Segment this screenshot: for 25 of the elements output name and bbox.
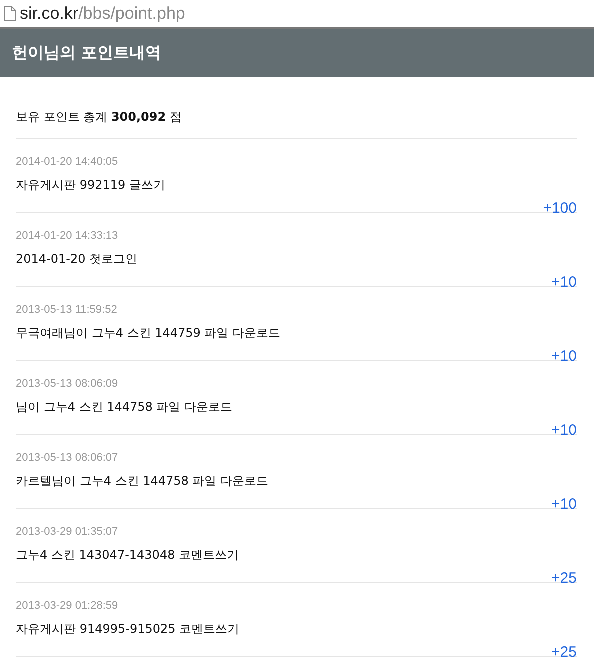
entry-description: 2014-01-20 첫로그인 <box>16 252 138 266</box>
page-icon <box>4 6 16 21</box>
entry-points: +10 <box>552 422 577 439</box>
entry-points: +100 <box>543 200 577 217</box>
entry-description: 자유게시판 992119 글쓰기 <box>16 178 166 192</box>
entry-points: +25 <box>552 644 577 661</box>
entry-datetime: 2013-03-29 01:28:59 <box>16 600 118 612</box>
entry-datetime: 2013-03-29 01:35:07 <box>16 526 118 538</box>
entry-description: 님이 그누4 스킨 144758 파일 다운로드 <box>16 400 233 414</box>
entry-datetime: 2013-05-13 11:59:52 <box>16 304 118 316</box>
entry-datetime: 2013-05-13 08:06:09 <box>16 378 118 390</box>
url-text[interactable]: sir.co.kr/bbs/point.php <box>20 0 186 27</box>
entry-description: 카르텔님이 그누4 스킨 144758 파일 다운로드 <box>16 474 269 488</box>
entry-datetime: 2014-01-20 14:33:13 <box>16 230 118 242</box>
entry-datetime: 2014-01-20 14:40:05 <box>16 156 118 168</box>
page-header: 헌이님의 포인트내역 <box>0 29 594 77</box>
entry-description: 무극여래님이 그누4 스킨 144759 파일 다운로드 <box>16 326 281 340</box>
entry-description: 자유게시판 914995-915025 코멘트쓰기 <box>16 622 240 636</box>
entry-points: +25 <box>552 570 577 587</box>
entry-points: +10 <box>552 274 577 291</box>
entry-description: 그누4 스킨 143047-143048 코멘트쓰기 <box>16 548 240 562</box>
points-total: 보유 포인트 총계 300,092 점 <box>16 110 182 124</box>
entry-points: +10 <box>552 496 577 513</box>
entry-points: +10 <box>552 348 577 365</box>
entry-datetime: 2013-05-13 08:06:07 <box>16 452 118 464</box>
